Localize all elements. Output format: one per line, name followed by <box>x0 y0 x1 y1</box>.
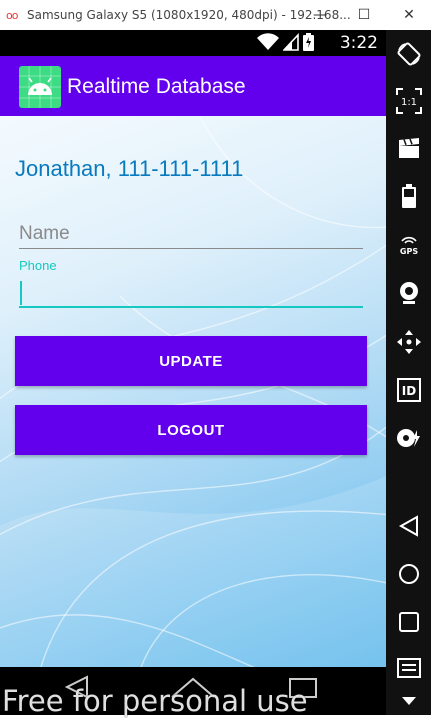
svg-text:ID: ID <box>401 384 415 398</box>
phone-input[interactable] <box>19 276 363 308</box>
gps-button[interactable]: GPS <box>386 224 431 264</box>
wifi-icon <box>257 33 279 50</box>
chevron-down-icon <box>401 697 416 705</box>
battery-button[interactable] <box>386 176 431 216</box>
svg-text:1:1: 1:1 <box>400 97 416 108</box>
back-button[interactable] <box>386 506 431 546</box>
back-icon <box>398 515 418 537</box>
phone-screen: 3:22 Realtime Database Jonathan, 111-111… <box>0 30 386 715</box>
emulator-toolbar: 1:1 GPS ID <box>386 30 431 715</box>
phone-label: Phone <box>19 258 57 273</box>
user-greeting: Jonathan, 111-111-1111 <box>15 156 244 181</box>
signal-icon <box>283 33 299 51</box>
move-icon <box>396 330 421 354</box>
update-button[interactable]: UPDATE <box>15 336 367 386</box>
minimize-button[interactable]: — <box>300 2 340 28</box>
svg-text:GPS: GPS <box>399 247 417 256</box>
disk-button[interactable] <box>386 418 431 458</box>
home-icon <box>398 564 419 584</box>
capture-button[interactable] <box>386 128 431 168</box>
device-id-button[interactable]: ID <box>386 370 431 410</box>
watermark-text: Free for personal use <box>2 684 308 718</box>
text-cursor <box>20 281 22 305</box>
disk-icon <box>396 429 420 447</box>
move-button[interactable] <box>386 322 431 362</box>
id-icon: ID <box>396 378 421 402</box>
logout-button[interactable]: LOGOUT <box>15 405 367 455</box>
maximize-button[interactable]: ☐ <box>344 2 384 28</box>
battery-icon <box>401 184 416 208</box>
menu-icon <box>396 658 421 678</box>
window-titlebar: oo Samsung Galaxy S5 (1080x1920, 480dpi)… <box>0 0 431 31</box>
status-icons <box>257 33 314 51</box>
gps-icon: GPS <box>399 236 418 256</box>
app-bar: Realtime Database <box>0 56 386 116</box>
name-input[interactable] <box>19 220 363 249</box>
recents-button[interactable] <box>386 602 431 642</box>
rotate-button[interactable] <box>386 34 431 74</box>
status-time: 3:22 <box>339 33 378 53</box>
webcam-icon <box>399 282 418 304</box>
battery-charging-icon <box>303 33 314 51</box>
close-button[interactable]: ✕ <box>389 2 429 28</box>
background-waves <box>0 116 386 670</box>
recents-icon <box>398 612 419 632</box>
menu-button[interactable] <box>386 648 431 688</box>
pixel-perfect-button[interactable]: 1:1 <box>386 81 431 121</box>
home-button[interactable] <box>386 554 431 594</box>
webcam-button[interactable] <box>386 273 431 313</box>
genymotion-logo-icon: oo <box>6 9 19 22</box>
clapperboard-icon <box>398 138 419 158</box>
one-to-one-icon: 1:1 <box>395 88 422 114</box>
expand-toolbar-button[interactable] <box>386 688 431 714</box>
android-icon <box>19 66 61 108</box>
main-content: Jonathan, 111-111-1111 Phone UPDATE LOGO… <box>0 116 386 670</box>
rotate-icon <box>397 42 420 66</box>
status-bar: 3:22 <box>0 30 386 56</box>
app-title: Realtime Database <box>67 75 246 98</box>
